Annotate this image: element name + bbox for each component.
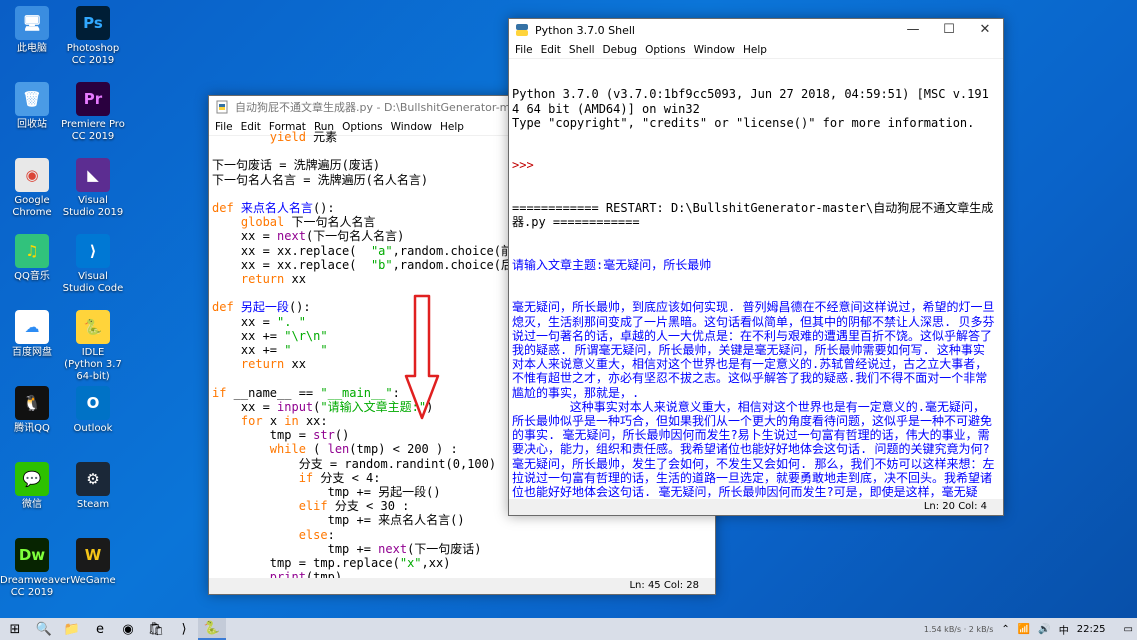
- desktop-icon-label: 此电脑: [17, 43, 47, 54]
- desktop-icon[interactable]: Ps Photoshop CC 2019: [61, 6, 125, 67]
- desktop-icon-label: Visual Studio 2019: [62, 195, 124, 218]
- taskbar-app-icon[interactable]: ⟩: [170, 618, 198, 640]
- desktop-icon-label: QQ音乐: [14, 271, 50, 282]
- app-icon: ☁: [15, 310, 49, 344]
- app-icon: 🐧: [15, 386, 49, 420]
- taskbar-app-icon[interactable]: ◉: [114, 618, 142, 640]
- taskbar-app-icon[interactable]: 🔍: [30, 618, 58, 640]
- desktop-icon[interactable]: 🐧 腾讯QQ: [0, 386, 64, 435]
- desktop-icon-label: Google Chrome: [12, 195, 52, 218]
- desktop-icon[interactable]: ◉ Google Chrome: [0, 158, 64, 219]
- desktop-icon-label: Outlook: [73, 423, 113, 434]
- menu-item-shell[interactable]: Shell: [565, 44, 599, 56]
- desktop-icon[interactable]: Pr Premiere Pro CC 2019: [61, 82, 125, 143]
- app-icon: Pr: [76, 82, 110, 116]
- desktop-icon-label: WeGame: [70, 575, 116, 586]
- taskbar-app-icon[interactable]: 📁: [58, 618, 86, 640]
- editor-statusbar: Ln: 45 Col: 28: [209, 578, 715, 594]
- desktop-icon-label: 回收站: [17, 119, 47, 130]
- menu-item-window[interactable]: Window: [690, 44, 739, 56]
- volume-icon[interactable]: 🔊: [1038, 624, 1050, 635]
- app-icon: ◣: [76, 158, 110, 192]
- taskbar: ⊞ 🔍 📁 e ◉ 🛍 ⟩ 🐍 1.54 kB/s · 2 kB/s ⌃ 📶 🔊 中 22:2…: [0, 618, 1137, 640]
- shell-statusbar: Ln: 20 Col: 4: [509, 499, 1003, 515]
- app-icon: ⟩: [76, 234, 110, 268]
- ime-indicator[interactable]: 中: [1059, 622, 1069, 637]
- python-file-icon: [216, 100, 228, 114]
- desktop-icon-label: IDLE (Python 3.7 64-bit): [64, 347, 122, 382]
- desktop-icon-label: 腾讯QQ: [14, 423, 50, 434]
- desktop-icon[interactable]: ⚙ Steam: [61, 462, 125, 511]
- shell-window: Python 3.7.0 Shell — ☐ ✕ File Edit Shell De…: [508, 18, 1004, 516]
- menu-item-edit[interactable]: Edit: [537, 44, 565, 56]
- network-speed: 1.54 kB/s · 2 kB/s: [923, 624, 994, 634]
- app-icon: Ps: [76, 6, 110, 40]
- app-icon: 🐍: [76, 310, 110, 344]
- shell-titlebar[interactable]: Python 3.7.0 Shell — ☐ ✕: [509, 19, 1003, 41]
- shell-restart-line: ============ RESTART: D:\BullshitGenerat…: [512, 201, 994, 230]
- code-line: print(tmp): [269, 570, 343, 578]
- red-down-arrow-annotation: [404, 294, 440, 420]
- app-icon: W: [76, 538, 110, 572]
- code-line: tmp = tmp.replace("x",xx): [212, 556, 451, 571]
- menu-item-options[interactable]: Options: [641, 44, 690, 56]
- desktop-icon[interactable]: ☁ 百度网盘: [0, 310, 64, 359]
- desktop-icon-label: Premiere Pro CC 2019: [61, 119, 125, 142]
- python-icon: [516, 24, 528, 36]
- wifi-icon[interactable]: 📶: [1018, 624, 1030, 635]
- taskbar-app-icon[interactable]: 🛍: [142, 618, 170, 640]
- taskbar-app-icon[interactable]: e: [86, 618, 114, 640]
- shell-output-area[interactable]: Python 3.7.0 (v3.7.0:1bf9cc5093, Jun 27 …: [509, 59, 1003, 499]
- desktop-icon[interactable]: ◣ Visual Studio 2019: [61, 158, 125, 219]
- desktop-icon-label: 微信: [22, 499, 42, 510]
- close-icon[interactable]: ✕: [967, 19, 1003, 41]
- app-icon: 💬: [15, 462, 49, 496]
- menu-item-file[interactable]: File: [511, 44, 537, 56]
- desktop-icon-label: 百度网盘: [12, 347, 52, 358]
- desktop-icon-label: Steam: [76, 499, 110, 510]
- shell-input-line: 请输入文章主题:毫无疑问，所长最帅: [512, 257, 712, 272]
- app-icon: ⚙: [76, 462, 110, 496]
- app-icon: O: [76, 386, 110, 420]
- notification-icon[interactable]: ▭: [1124, 624, 1133, 635]
- app-icon: ◉: [15, 158, 49, 192]
- menu-item-debug[interactable]: Debug: [599, 44, 642, 56]
- desktop-icon[interactable]: 🖥 此电脑: [0, 6, 64, 55]
- app-icon: ♫: [15, 234, 49, 268]
- app-icon: 🗑: [15, 82, 49, 116]
- desktop-icon-label: Visual Studio Code: [62, 271, 124, 294]
- desktop-icon[interactable]: W WeGame: [61, 538, 125, 587]
- desktop-icon[interactable]: Dw Dreamweaver CC 2019: [0, 538, 71, 599]
- desktop-icon[interactable]: O Outlook: [61, 386, 125, 435]
- desktop-icon[interactable]: ⟩ Visual Studio Code: [61, 234, 125, 295]
- desktop-icon[interactable]: 🐍 IDLE (Python 3.7 64-bit): [61, 310, 125, 383]
- desktop: 🖥 此电脑 Ps Photoshop CC 2019 🗑 回收站 Pr Premiere Pr…: [0, 0, 140, 610]
- menu-item-help[interactable]: Help: [739, 44, 771, 56]
- app-icon: Dw: [15, 538, 49, 572]
- desktop-icon[interactable]: 💬 微信: [0, 462, 64, 511]
- taskbar-pinned: ⊞ 🔍 📁 e ◉ 🛍 ⟩ 🐍: [0, 618, 226, 640]
- desktop-icon-label: Photoshop CC 2019: [66, 43, 120, 66]
- system-tray: 1.54 kB/s · 2 kB/s ⌃ 📶 🔊 中 22:25 ▭: [920, 618, 1137, 640]
- code-line: tmp += next(下一句废话): [212, 541, 482, 556]
- app-icon: 🖥: [15, 6, 49, 40]
- code-line: else:: [298, 527, 335, 542]
- desktop-icon[interactable]: 🗑 回收站: [0, 82, 64, 131]
- shell-banner: Python 3.7.0 (v3.7.0:1bf9cc5093, Jun 27 …: [512, 87, 989, 130]
- start-icon[interactable]: ⊞: [0, 618, 30, 640]
- clock[interactable]: 22:25: [1077, 624, 1106, 635]
- desktop-icon-label: Dreamweaver CC 2019: [0, 575, 71, 598]
- shell-output-text: 毫无疑问，所长最帅，到底应该如何实现. 普列姆昌德在不经意间这样说过，希望的灯一…: [512, 300, 995, 499]
- shell-menubar: File Edit Shell Debug Options Window Help: [509, 41, 1003, 59]
- shell-prompt: >>>: [512, 158, 541, 173]
- taskbar-app-icon[interactable]: 🐍: [198, 618, 226, 640]
- desktop-icon[interactable]: ♫ QQ音乐: [0, 234, 64, 283]
- minimize-icon[interactable]: —: [895, 19, 931, 41]
- tray-arrow-icon[interactable]: ⌃: [1001, 624, 1009, 635]
- maximize-icon[interactable]: ☐: [931, 19, 967, 41]
- shell-title: Python 3.7.0 Shell: [535, 23, 635, 37]
